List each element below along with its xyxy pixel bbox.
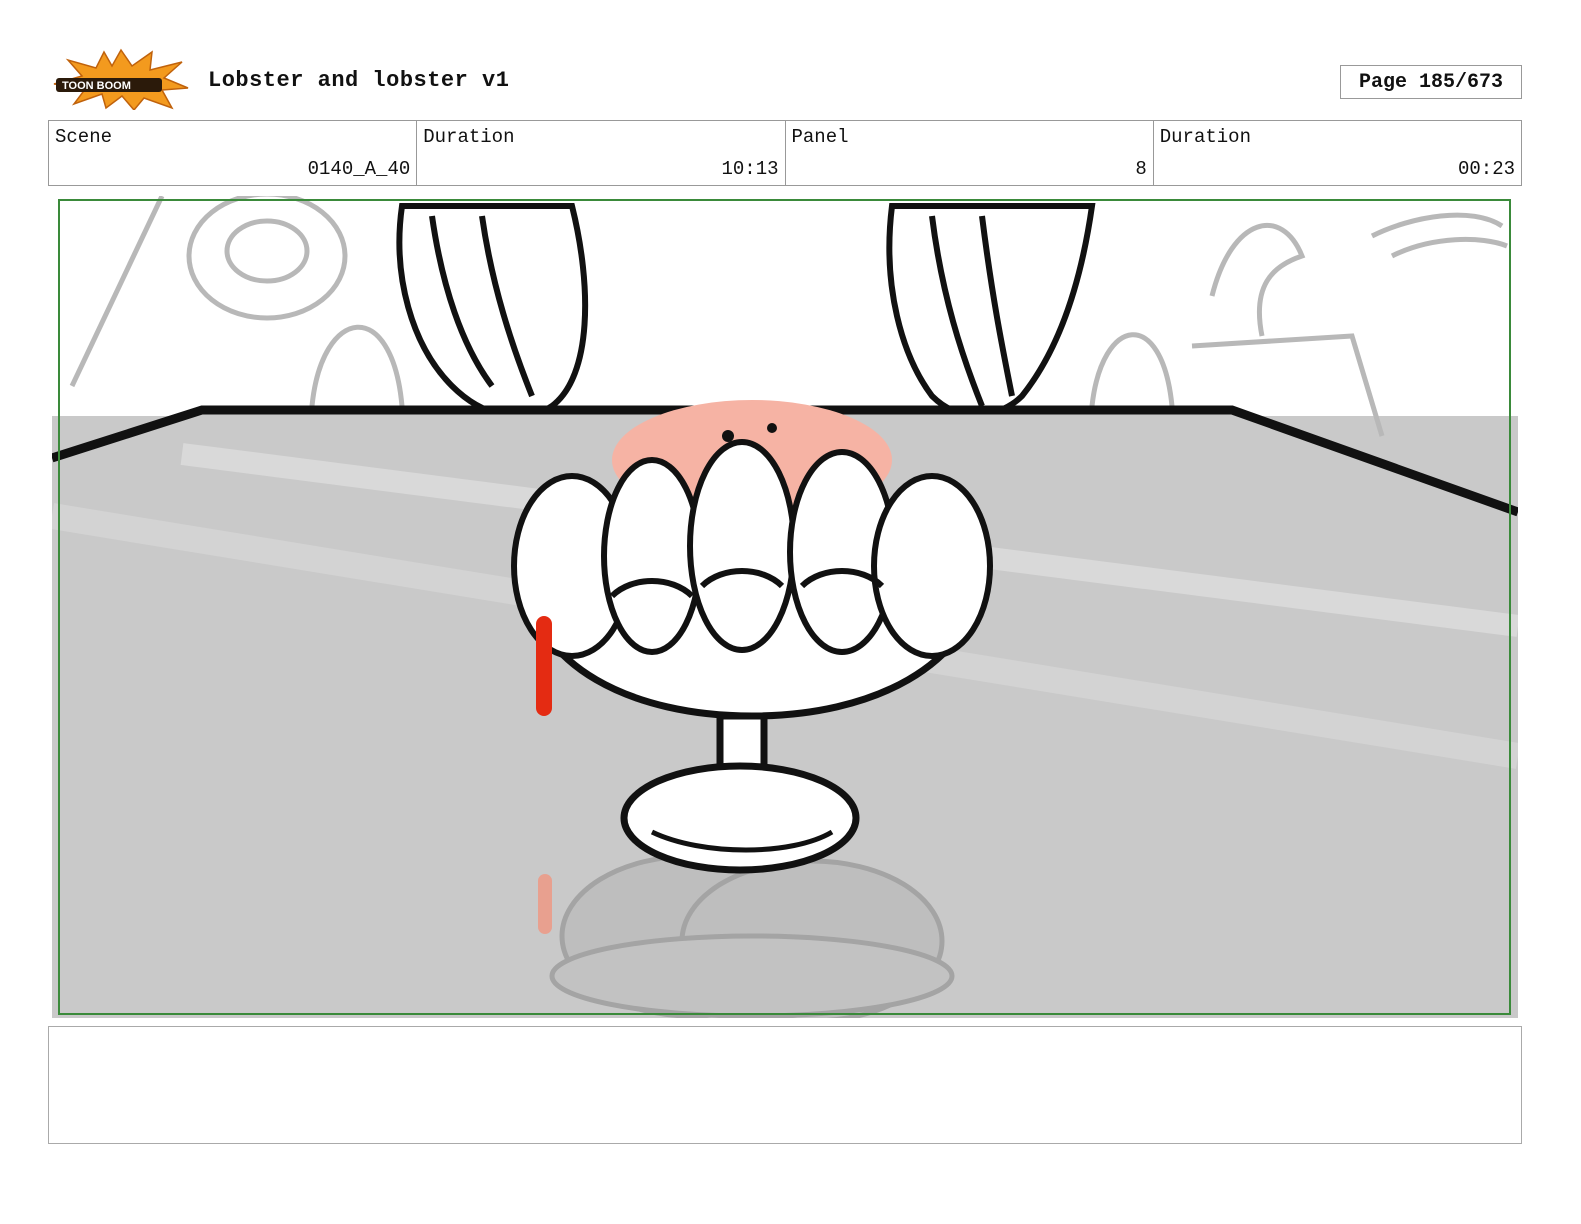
- panel-cell: Panel 8: [786, 121, 1154, 185]
- panel-value: 8: [1135, 158, 1147, 180]
- panel-duration-cell: Duration 00:23: [1154, 121, 1521, 185]
- background-wall: [52, 196, 1518, 416]
- scene-duration-value: 10:13: [721, 158, 779, 180]
- reflection-sauce: [538, 874, 552, 934]
- reflection: [549, 853, 955, 1018]
- scene-info-table: Scene 0140_A_40 Duration 10:13 Panel 8 D…: [48, 120, 1522, 186]
- scene-label: Scene: [55, 126, 113, 148]
- scene-duration-label: Duration: [423, 126, 515, 148]
- document-title: Lobster and lobster v1: [208, 68, 510, 93]
- scene-duration-cell: Duration 10:13: [417, 121, 786, 185]
- scene-value: 0140_A_40: [307, 158, 411, 180]
- panel-label: Panel: [791, 126, 849, 148]
- logo-text: TOON BOOM: [62, 80, 131, 92]
- sauce-drip: [536, 616, 552, 716]
- toonboom-logo-icon: TOON BOOM: [52, 48, 190, 112]
- panel-duration-label: Duration: [1159, 126, 1251, 148]
- storyboard-panel-image: [52, 196, 1518, 1018]
- panel-notes-box[interactable]: [48, 1026, 1522, 1144]
- scene-cell: Scene 0140_A_40: [49, 121, 418, 185]
- page-indicator: Page 185/673: [1340, 65, 1522, 99]
- panel-duration-value: 00:23: [1457, 158, 1515, 180]
